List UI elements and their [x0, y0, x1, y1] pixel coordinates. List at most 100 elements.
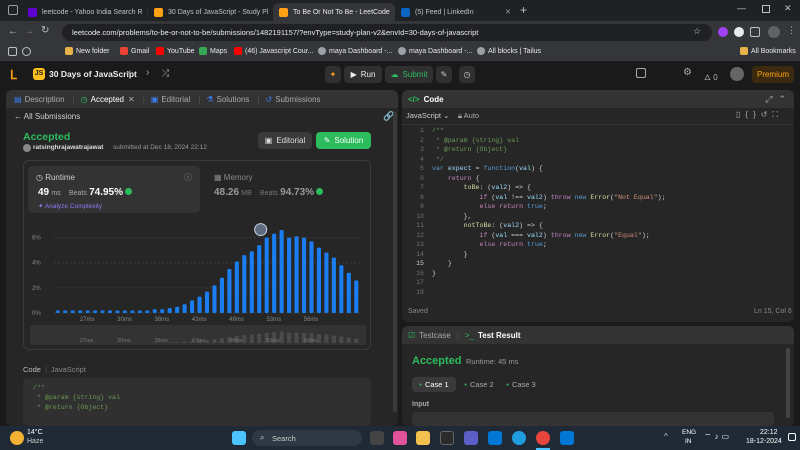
auto-mode[interactable]: 🔒︎ Auto	[458, 111, 479, 121]
submitter-username[interactable]: ratsinghrajawatrajawat	[33, 144, 103, 151]
tab-search-icon[interactable]	[8, 5, 18, 15]
tab-testcase[interactable]: Testcase	[419, 331, 451, 340]
bookmark-icon[interactable]: ▯	[736, 110, 745, 119]
run-button[interactable]: ▶ Run	[344, 66, 382, 83]
bookmark-item[interactable]: Maps	[199, 47, 227, 55]
solution-button[interactable]: ✎ Solution	[316, 132, 371, 149]
copilot-icon[interactable]	[393, 431, 407, 445]
task-view-icon[interactable]	[370, 431, 384, 445]
x-tick-label: 38ms	[154, 317, 169, 323]
case-1-tab[interactable]: • Case 1	[412, 377, 456, 392]
braces-icon[interactable]: {}	[745, 110, 760, 119]
submit-button[interactable]: ☁ Submit	[385, 66, 433, 83]
all-bookmarks[interactable]: All Bookmarks	[740, 47, 796, 55]
timer-icon[interactable]: ◷	[459, 66, 475, 83]
next-problem-icon[interactable]: ›	[146, 67, 149, 78]
debug-icon[interactable]: ✦	[325, 66, 341, 83]
edge-icon[interactable]	[512, 431, 526, 445]
profile-avatar[interactable]	[768, 26, 780, 38]
extension-icon[interactable]	[718, 27, 728, 37]
vscode-icon[interactable]	[560, 431, 574, 445]
tab-description[interactable]: ▤ Description	[14, 95, 65, 104]
reset-icon[interactable]: ↺	[761, 110, 773, 119]
input-label: Input	[412, 401, 430, 408]
streak-counter[interactable]: 🜂 0	[704, 68, 718, 85]
runtime-card[interactable]: ◷ Runtime ⓘ 49 ms Beats 74.95% ✦ Analyze…	[28, 166, 200, 213]
user-avatar[interactable]	[23, 144, 31, 152]
tray-chevron-icon[interactable]: ^	[664, 432, 668, 441]
case-3-tab[interactable]: • Case 3	[502, 377, 540, 392]
apps-icon[interactable]	[8, 47, 17, 56]
scrollbar[interactable]	[786, 348, 790, 418]
globe-icon	[477, 47, 485, 55]
bookmark-item[interactable]: New folder	[65, 47, 109, 55]
bookmark-star-icon[interactable]: ☆	[693, 26, 701, 37]
scrollbar[interactable]	[393, 112, 397, 412]
close-tab-icon[interactable]: ✕	[128, 95, 135, 104]
browser-tab-active[interactable]: To Be Or Not To Be - LeetCode ✕	[273, 3, 395, 21]
file-explorer-icon[interactable]	[416, 431, 430, 445]
browser-tab[interactable]: (5) Feed | LinkedIn ✕	[395, 3, 517, 21]
close-window-icon[interactable]: ✕	[784, 3, 792, 14]
collapse-icon[interactable]: ⌃	[778, 94, 786, 105]
user-avatar[interactable]	[730, 67, 744, 81]
bookmark-item[interactable]: YouTube	[156, 47, 195, 55]
keyboard-region[interactable]: IN	[685, 438, 692, 445]
settings-gear-icon[interactable]: ⚙	[683, 67, 692, 78]
tab-test-result[interactable]: Test Result	[478, 331, 521, 340]
shuffle-icon[interactable]: ⤮	[162, 68, 169, 79]
tab-accepted[interactable]: ◷ Accepted ✕	[81, 95, 135, 104]
menu-kebab-icon[interactable]: ⋮	[787, 25, 796, 36]
y-tick-label: 0%	[32, 311, 41, 317]
premium-button[interactable]: Premium	[752, 66, 794, 83]
leetcode-logo-icon[interactable]: ᒪ	[10, 68, 22, 82]
weather-icon[interactable]	[10, 431, 24, 445]
close-icon[interactable]: ✕	[501, 8, 511, 16]
clock-time[interactable]: 22:12	[760, 429, 778, 436]
prev-problem-icon[interactable]: ‹	[128, 67, 131, 78]
chrome-icon[interactable]	[536, 431, 550, 445]
forward-icon[interactable]: →	[24, 26, 34, 37]
back-icon[interactable]: ←	[8, 26, 18, 37]
store-icon[interactable]	[488, 431, 502, 445]
language-select[interactable]: JavaScript ⌄	[406, 111, 449, 120]
globe-icon[interactable]	[22, 47, 31, 56]
layout-icon[interactable]	[636, 68, 646, 78]
fullscreen-icon[interactable]: ⛶	[772, 110, 783, 119]
browser-tab[interactable]: leetcode - Yahoo India Search R ✕	[22, 3, 148, 21]
info-icon[interactable]: ⓘ	[184, 172, 192, 183]
notifications-icon[interactable]	[788, 433, 796, 441]
expand-icon[interactable]: ⤢	[765, 94, 772, 105]
system-tray[interactable]: ⌔♪▭	[704, 432, 732, 442]
browser-tab[interactable]: 30 Days of JavaScript - Study Pl ✕	[148, 3, 273, 21]
keyboard-language[interactable]: ENG	[682, 429, 696, 436]
taskbar-search[interactable]: ⌕ Search	[252, 430, 362, 446]
bookmark-item[interactable]: (46) Javascript Cour...	[234, 47, 313, 55]
extension-icon[interactable]	[734, 27, 744, 37]
all-submissions-link[interactable]: ← All Submissions	[14, 112, 80, 121]
terminal-icon[interactable]	[440, 431, 454, 445]
notes-icon[interactable]: ✎	[436, 66, 452, 83]
url-input[interactable]: leetcode.com/problems/to-be-or-not-to-be…	[62, 24, 712, 41]
tab-editorial[interactable]: ▣ Editorial	[151, 95, 190, 104]
bookmark-item[interactable]: maya Dashboard -...	[398, 47, 472, 55]
teams-icon[interactable]	[464, 431, 478, 445]
memory-header[interactable]: ▦ Memory	[214, 173, 253, 182]
bookmark-item[interactable]: Gmail	[120, 47, 149, 55]
bookmark-item[interactable]: All blocks | Tailus	[477, 47, 541, 55]
analyze-complexity-link[interactable]: ✦ Analyze Complexity	[38, 202, 102, 210]
extensions-puzzle-icon[interactable]	[750, 27, 760, 37]
line-number: 17	[416, 279, 424, 286]
tab-submissions[interactable]: ↺ Submissions	[266, 95, 321, 104]
bookmark-item[interactable]: maya Dashboard -...	[318, 47, 392, 55]
reload-icon[interactable]: ↻	[41, 25, 49, 36]
windows-start-icon[interactable]	[232, 431, 246, 445]
study-plan-title[interactable]: 30 Days of JavaScript	[49, 69, 137, 79]
maximize-icon[interactable]	[762, 5, 770, 13]
tab-solutions[interactable]: ⚗ Solutions	[206, 95, 249, 104]
case-2-tab[interactable]: • Case 2	[460, 377, 498, 392]
minimize-icon[interactable]: —	[737, 3, 746, 13]
new-tab-icon[interactable]: +	[520, 3, 527, 17]
clock-date[interactable]: 18-12-2024	[746, 438, 782, 445]
editorial-button[interactable]: ▣ Editorial	[258, 132, 312, 149]
